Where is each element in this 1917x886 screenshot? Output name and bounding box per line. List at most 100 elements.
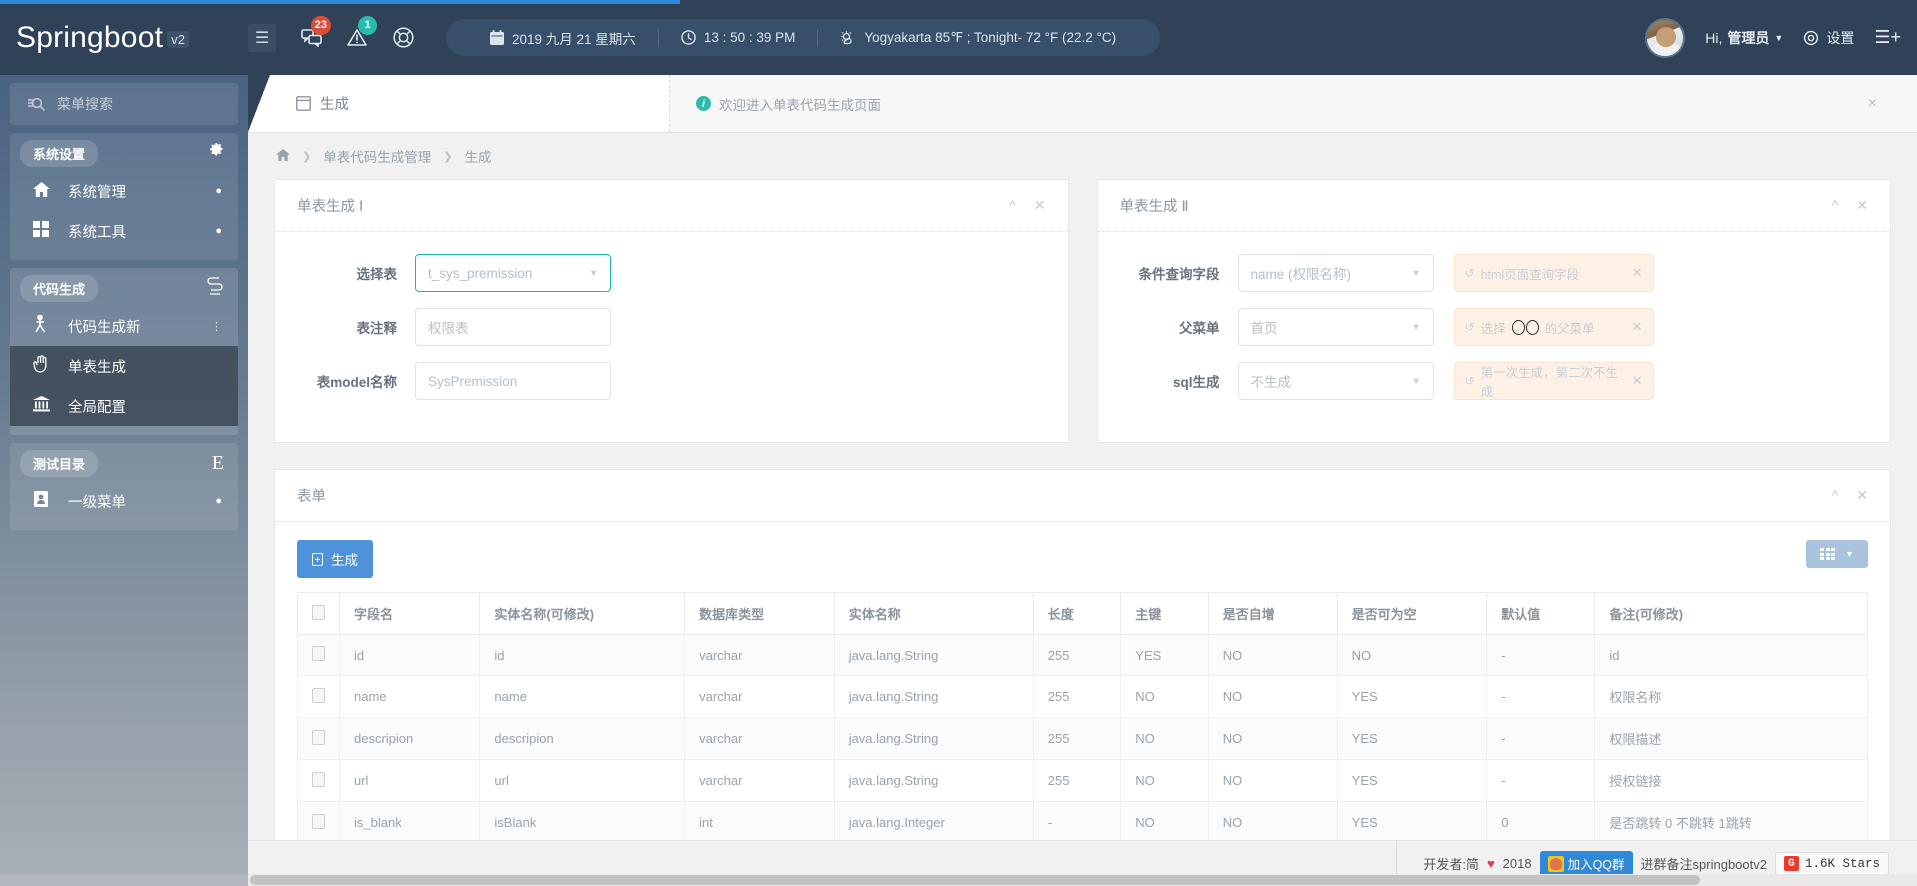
home-icon [32, 181, 50, 201]
column-header[interactable]: 实体名称 [833, 592, 1034, 635]
table-row[interactable]: id id varchar java.lang.String 255 YES NO NO - id [297, 634, 1868, 676]
table-cell: 255 [1032, 634, 1122, 676]
sidebar-group-title: 代码生成 [20, 275, 99, 302]
close-icon[interactable]: ✕ [1856, 197, 1868, 214]
row-checkbox[interactable] [312, 687, 325, 703]
info-icon: i [696, 96, 711, 111]
table-row[interactable]: name name varchar java.lang.String 255 NO NO YE… [297, 675, 1868, 718]
table-row[interactable]: url url varchar java.lang.String 255 NO NO YES -… [297, 759, 1868, 802]
chevron-up-icon[interactable]: ^ [1009, 197, 1016, 214]
hamburger-icon[interactable]: ☰ [248, 23, 276, 52]
breadcrumb-item-management[interactable]: 单表代码生成管理 [323, 146, 431, 166]
column-header[interactable]: 主键 [1120, 592, 1209, 635]
column-header[interactable]: 是否自增 [1207, 592, 1338, 635]
row-checkbox[interactable] [312, 771, 325, 787]
table-cell: NO [1207, 717, 1338, 760]
close-icon[interactable]: ✕ [1856, 487, 1868, 504]
field-row-parent-menu: 父菜单 首页 ▼ ↺ 选择 的父菜单 ✕ [1098, 308, 1891, 346]
join-qq-group-button[interactable]: 加入QQ群 [1539, 851, 1633, 876]
menu-search-input[interactable]: 菜单搜索 [10, 83, 238, 125]
column-header[interactable]: 数据库类型 [684, 592, 835, 635]
forms-row: 单表生成 Ⅰ ^ ✕ 选择表 t_sys_premission ▼ 表注释 权限… [274, 179, 1891, 443]
field-row-select-table: 选择表 t_sys_premission ▼ [275, 254, 1068, 292]
sidebar-group-title: 系统设置 [20, 140, 99, 167]
column-header[interactable]: 备注(可修改) [1594, 592, 1868, 635]
github-stars-badge[interactable]: G 1.6K Stars [1774, 852, 1889, 875]
close-icon[interactable]: ✕ [1632, 373, 1643, 389]
generate-button[interactable]: 生成 [297, 540, 373, 578]
brand-name: Springboot [16, 20, 164, 54]
scrollbar-thumb[interactable] [250, 875, 1700, 885]
avatar[interactable] [1645, 17, 1686, 58]
panel-body: 条件查询字段 name (权限名称) ▼ ↺ html页面查询字段 ✕ 父菜单 … [1098, 232, 1891, 442]
table-cell: url [338, 759, 481, 802]
sidebar-group-test-directory: 测试目录 E 一级菜单 ● [10, 443, 238, 530]
qq-avatar-icon [1547, 855, 1564, 872]
column-header[interactable]: 是否可为空 [1336, 592, 1488, 635]
column-chooser-button[interactable]: ▼ [1806, 540, 1868, 568]
sidebar-item-system-management[interactable]: 系统管理 ● [10, 171, 238, 211]
weather-text: Yogyakarta 85℉ ; Tonight- 72 °F (22.2 °C… [864, 29, 1117, 45]
close-icon[interactable]: ✕ [1034, 197, 1046, 214]
parent-menu-value: 首页 [1250, 321, 1278, 336]
model-name-input[interactable]: SysPremission [415, 362, 611, 400]
user-menu[interactable]: Hi, 管理员 ▼ [1705, 28, 1783, 48]
sidebar-item-first-level-menu[interactable]: 一级菜单 ● [10, 481, 238, 521]
table-cell: isBlank [479, 801, 686, 840]
sidebar-item-code-generation-new[interactable]: 代码生成新 ⋮ [10, 306, 238, 346]
search-icon [28, 97, 45, 111]
parent-menu-dropdown[interactable]: 首页 ▼ [1237, 308, 1434, 346]
tab-generate[interactable]: 生成 [270, 75, 670, 132]
row-select-cell [297, 801, 340, 840]
sidebar-item-system-tools[interactable]: 系统工具 ● [10, 211, 238, 251]
add-list-icon[interactable]: ☰+ [1874, 27, 1901, 48]
close-icon[interactable]: × [1868, 95, 1891, 113]
sidebar-item-global-config[interactable]: 全局配置 [10, 386, 238, 426]
row-checkbox[interactable] [312, 813, 325, 829]
table-cell: 权限名称 [1594, 675, 1868, 718]
lifebuoy-icon[interactable] [386, 21, 420, 55]
column-header[interactable]: 实体名称(可修改) [479, 592, 686, 635]
row-checkbox[interactable] [312, 729, 325, 745]
close-icon[interactable]: ✕ [1632, 265, 1643, 281]
horizontal-scrollbar[interactable] [248, 874, 1917, 886]
home-icon[interactable] [276, 148, 290, 164]
row-checkbox[interactable] [312, 646, 325, 661]
query-field-dropdown[interactable]: name (权限名称) ▼ [1237, 254, 1434, 292]
table-cell: YES [1336, 717, 1488, 760]
panel-title: 单表生成 Ⅱ [1119, 199, 1189, 215]
sql-generation-dropdown[interactable]: 不生成 ▼ [1237, 362, 1434, 400]
table-row[interactable]: is_blank isBlank int java.lang.Integer - NO NO… [297, 801, 1868, 840]
hint-suffix: 的父菜单 [1544, 321, 1595, 336]
sidebar-item-marker: ● [215, 225, 222, 237]
table-cell: varchar [684, 675, 835, 718]
settings-button[interactable]: 设置 [1803, 28, 1854, 48]
table-cell: YES [1336, 759, 1488, 802]
chevron-up-icon[interactable]: ^ [1832, 197, 1839, 214]
column-header[interactable]: 默认值 [1486, 592, 1596, 635]
select-table-dropdown[interactable]: t_sys_premission ▼ [415, 254, 611, 292]
table-cell: - [1032, 801, 1122, 840]
sidebar-item-label: 全局配置 [68, 399, 126, 416]
close-icon[interactable]: ✕ [1632, 319, 1643, 335]
brand-logo[interactable]: Springboot v2 [0, 21, 248, 55]
field-label: 条件查询字段 [1138, 267, 1220, 282]
table-cell: 255 [1032, 675, 1122, 718]
chevron-up-icon[interactable]: ^ [1832, 487, 1839, 504]
model-name-value: SysPremission [428, 373, 518, 389]
sidebar-item-single-table-generation[interactable]: 单表生成 [10, 346, 238, 386]
clock-icon [681, 30, 696, 45]
messages-icon[interactable]: 23 [294, 15, 331, 55]
table-cell: java.lang.String [833, 717, 1034, 760]
warning-icon[interactable]: 1 [340, 15, 377, 55]
table-row[interactable]: descripion descripion varchar java.lang.Str… [297, 717, 1868, 760]
panel-tools: ^ ✕ [1832, 197, 1868, 214]
table-cell: NO [1207, 675, 1338, 718]
panel-body: ▼ 生成 字段名 实体名称(可修改) 数据库类型 实体名称 长度 主键 是否自增… [275, 522, 1890, 840]
tab-label: 生成 [320, 97, 349, 113]
table-comment-input[interactable]: 权限表 [415, 308, 611, 346]
select-all-checkbox[interactable] [312, 604, 325, 620]
column-header[interactable]: 长度 [1032, 592, 1122, 635]
column-header[interactable]: 字段名 [338, 592, 481, 635]
header-right-cluster: Hi, 管理员 ▼ 设置 ☰+ [1645, 17, 1917, 58]
